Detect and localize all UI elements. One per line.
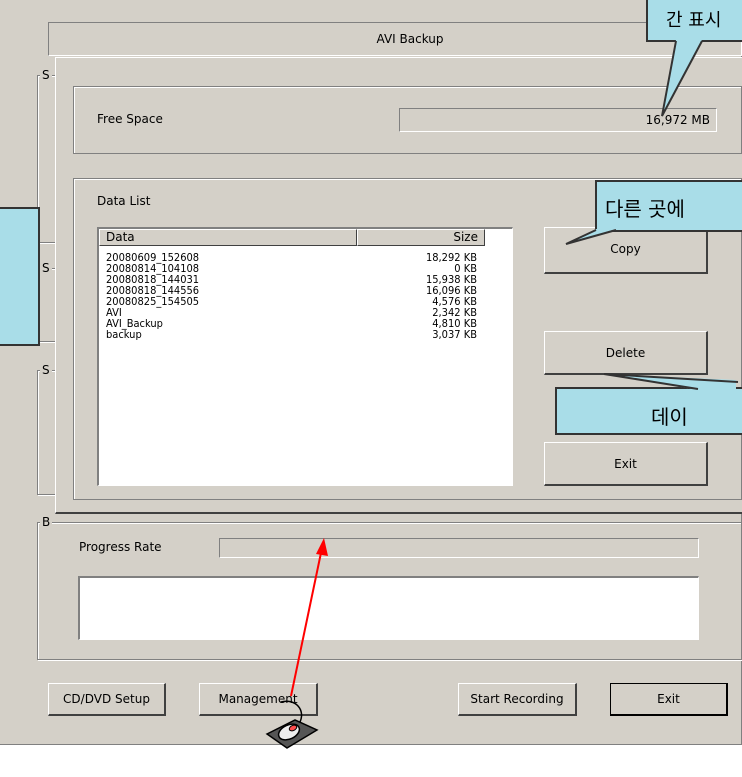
start-recording-button[interactable]: Start Recording: [458, 683, 577, 716]
column-header-size[interactable]: Size: [357, 229, 485, 246]
callout-delete-pointer: [603, 373, 739, 390]
group-box-1-label: S: [40, 68, 52, 82]
free-space-label: Free Space: [97, 112, 163, 126]
data-list-label: Data List: [97, 194, 151, 208]
list-item-size: 3,037 KB: [432, 328, 477, 341]
callout-delete: 데이: [555, 387, 742, 435]
column-header-data[interactable]: Data: [99, 229, 357, 246]
red-arrow: [290, 538, 328, 697]
data-list-rows: 20080609_152608 18,292 KB 20080814_104108…: [99, 252, 513, 482]
exit-dialog-button[interactable]: Exit: [544, 442, 708, 486]
backup-group-label: B: [40, 515, 53, 529]
group-box-3-label: S: [40, 363, 52, 377]
data-list[interactable]: Data Size 20080609_152608 18,292 KB 20080…: [97, 227, 513, 486]
callout-copy-pointer: [565, 229, 617, 245]
list-item[interactable]: backup 3,037 KB: [99, 329, 513, 340]
column-header-data-label: Data: [106, 230, 135, 244]
column-header-size-label: Size: [453, 230, 478, 244]
callout-top-text: 간 표시: [666, 10, 722, 31]
window-title: AVI Backup: [376, 32, 444, 46]
callout-top-pointer: [661, 40, 703, 117]
mouse-pad-icon: [265, 700, 319, 749]
callout-copy-text: 다른 곳에: [605, 197, 685, 221]
window-title-bar: AVI Backup: [48, 22, 742, 56]
callout-copy: 다른 곳에: [595, 180, 742, 232]
progress-rate-label: Progress Rate: [79, 540, 162, 554]
exit-main-button[interactable]: Exit: [610, 683, 728, 716]
cd-dvd-setup-button[interactable]: CD/DVD Setup: [48, 683, 166, 716]
list-item-name: backup: [106, 328, 142, 341]
callout-top: 간 표시: [646, 0, 742, 42]
callout-delete-text: 데이: [651, 405, 688, 429]
status-text-area: [78, 576, 699, 640]
left-callout: [0, 207, 40, 346]
group-box-2-label: S: [40, 261, 52, 275]
